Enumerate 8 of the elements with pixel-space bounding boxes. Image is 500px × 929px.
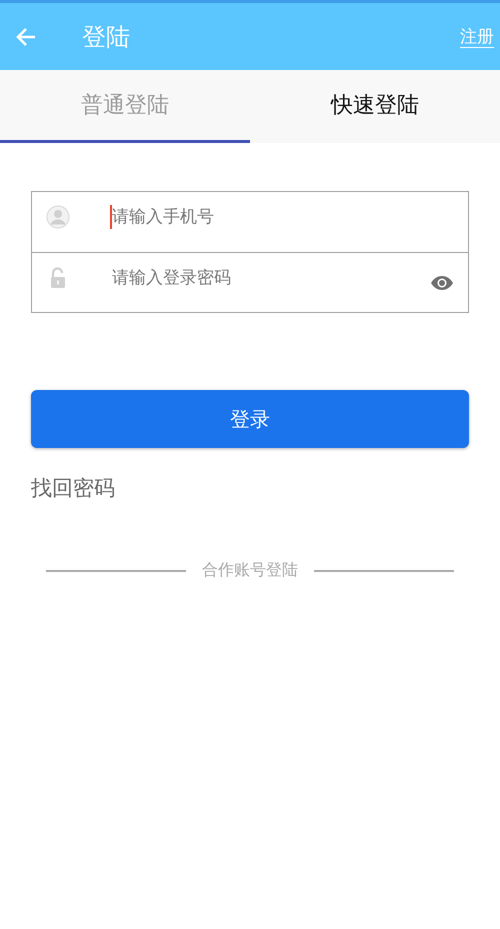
tab[interactable]: 快速登陆 xyxy=(250,70,500,143)
page-title: 登陆 xyxy=(82,22,131,52)
login-button[interactable]: 登录 xyxy=(31,390,469,448)
eye-icon[interactable] xyxy=(430,275,454,291)
user-icon xyxy=(46,205,70,229)
partner-login-label: 合作账号登陆 xyxy=(202,560,298,581)
forgot-password-link[interactable]: 找回密码 xyxy=(31,474,115,502)
tab[interactable]: 普通登陆 xyxy=(0,70,250,143)
